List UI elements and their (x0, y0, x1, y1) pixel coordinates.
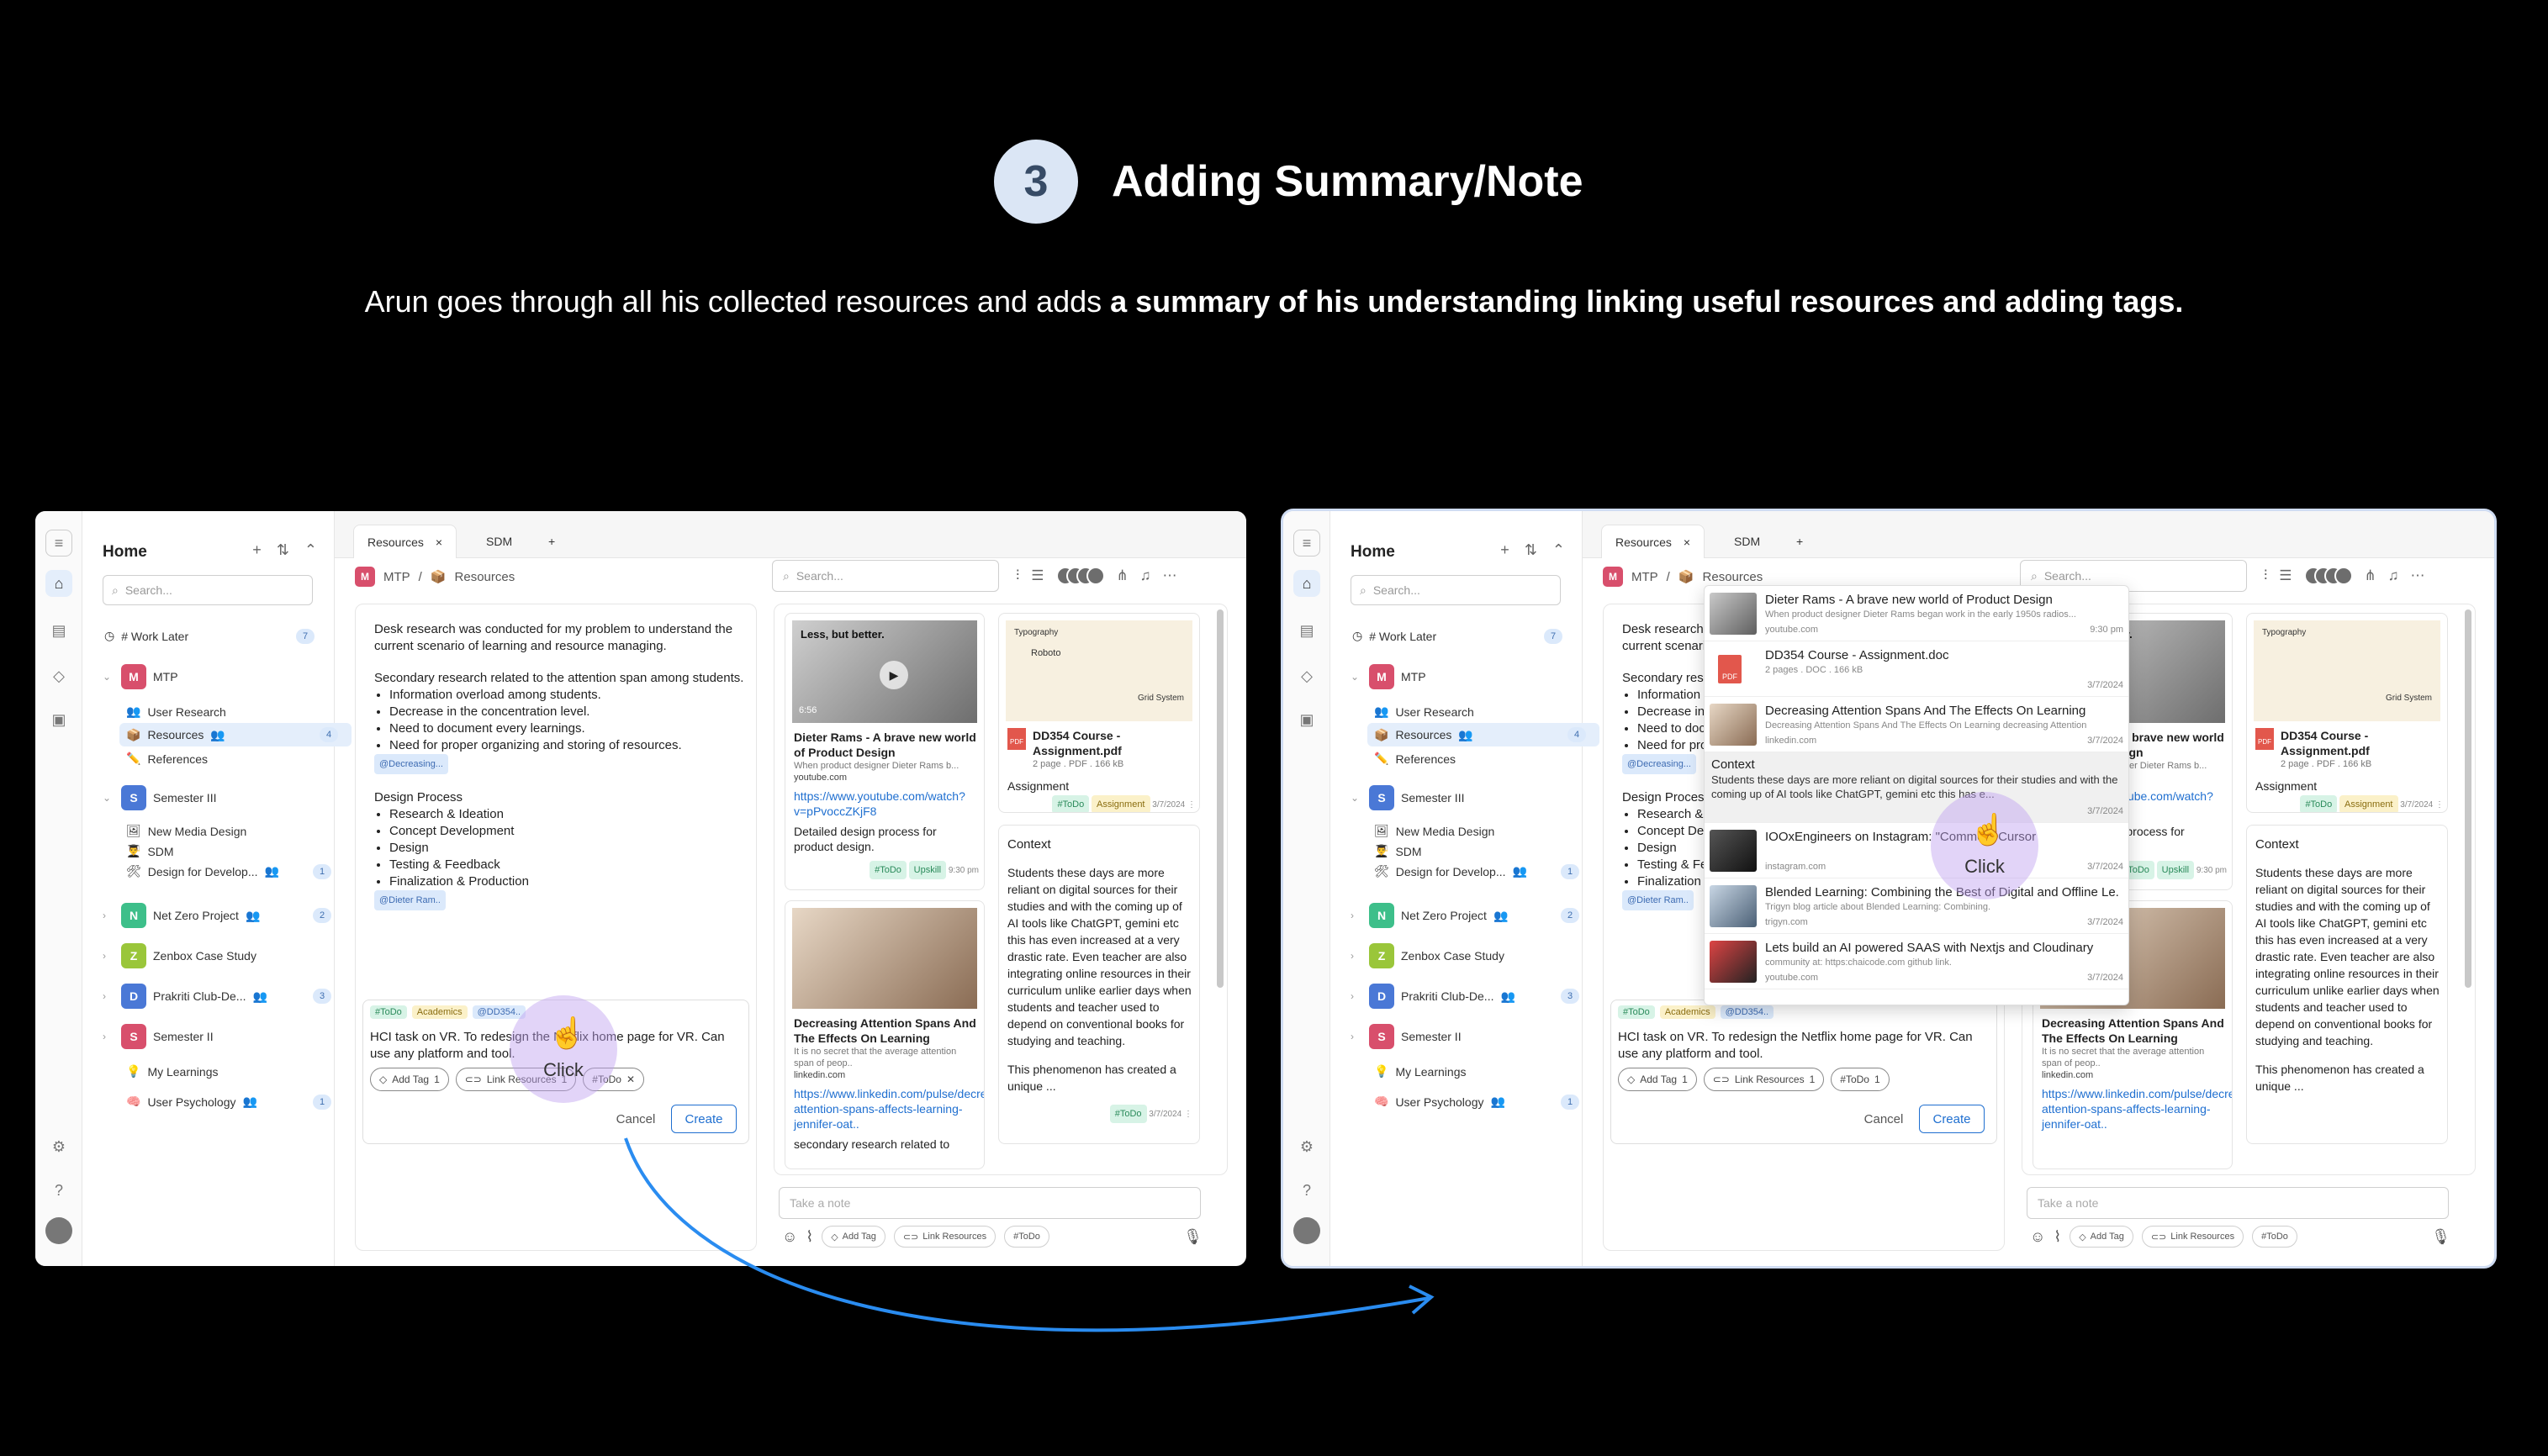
flow-arrow (624, 1137, 1435, 1332)
arrow-path (624, 1137, 1430, 1332)
